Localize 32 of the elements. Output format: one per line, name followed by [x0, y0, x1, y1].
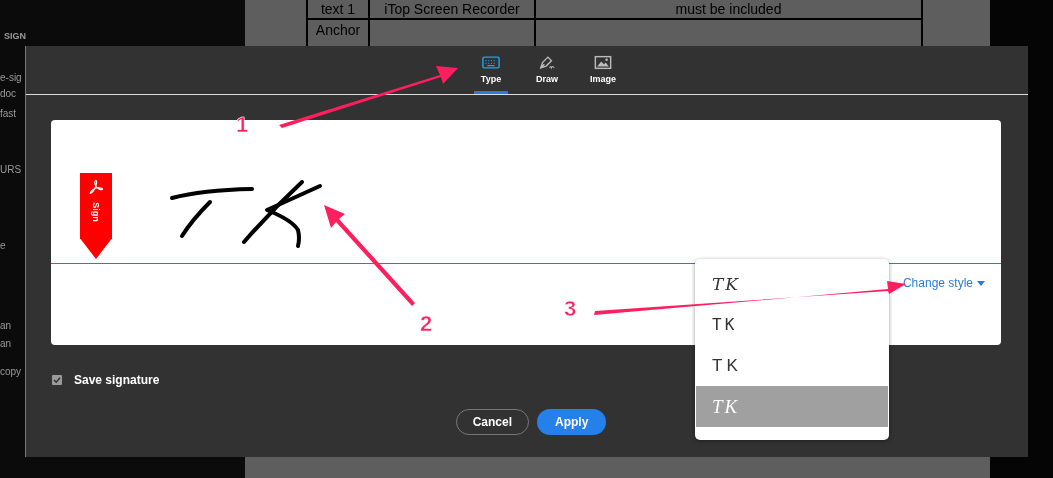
sidebar-text: an: [0, 338, 12, 350]
table-cell: iTop Screen Recorder: [384, 1, 520, 17]
apply-button[interactable]: Apply: [537, 409, 607, 435]
sidebar-text: e-sig: [0, 72, 22, 84]
sidebar-text: e: [0, 240, 6, 252]
table-cell: must be included: [675, 1, 782, 17]
acrobat-logo-icon: [88, 179, 104, 195]
caret-icon: [977, 280, 985, 286]
keyboard-icon: [482, 55, 500, 70]
sidebar-text: doc: [0, 88, 17, 100]
style-option[interactable]: TK: [696, 263, 888, 304]
sidebar-text: URS: [0, 164, 22, 176]
tab[interactable]: Draw: [530, 46, 564, 94]
pen-icon: [538, 55, 556, 70]
checkbox-label: Save signature: [74, 373, 160, 387]
style-option[interactable]: TK: [696, 304, 888, 345]
table-cell: Anchor: [315, 22, 361, 38]
annotation-number: 2: [420, 312, 433, 336]
annotation-number: 1: [236, 113, 249, 137]
tab[interactable]: Image: [586, 46, 620, 94]
sign-flag: Sign: [80, 173, 112, 259]
style-option[interactable]: TK: [696, 345, 888, 386]
sidebar-text: SIGN: [4, 30, 26, 42]
table-cell: text 1: [320, 1, 356, 17]
sidebar-text: an: [0, 320, 12, 332]
sidebar-text: fast: [0, 108, 17, 120]
annotation-number: 3: [564, 297, 577, 321]
checkbox[interactable]: [52, 375, 62, 385]
tab[interactable]: Type: [474, 46, 508, 94]
change-style-link[interactable]: Change style: [902, 276, 985, 290]
sidebar-text: copy: [0, 366, 22, 378]
image-icon: [594, 55, 612, 70]
